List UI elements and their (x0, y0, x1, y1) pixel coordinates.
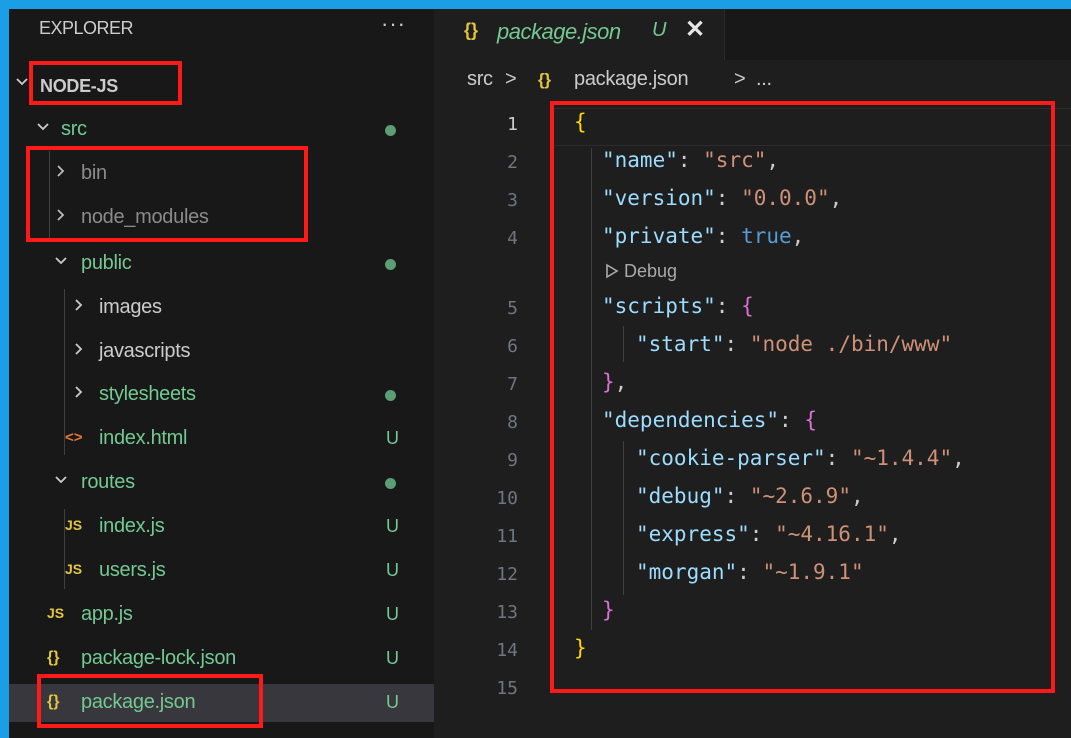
chevron-right-icon (71, 384, 87, 400)
tree-item-public[interactable]: public (9, 245, 434, 283)
untracked-badge: U (386, 516, 399, 536)
chevron-right-icon (71, 341, 87, 357)
close-icon[interactable]: ✕ (685, 15, 705, 44)
tree-item-users-js[interactable]: JS users.js U (9, 552, 434, 590)
tree-item-label: app.js (81, 603, 133, 625)
tree-item-label: images (99, 296, 162, 318)
line-number: 13 (496, 602, 518, 623)
json-file-icon: {} (464, 20, 479, 40)
tree-item-routes[interactable]: routes (9, 464, 434, 502)
annotation-box-package-json (37, 674, 263, 728)
untracked-badge: U (386, 428, 399, 448)
breadcrumb: src > {} package.json > ... (434, 62, 1071, 96)
tree-item-label: package-lock.json (81, 647, 236, 669)
line-number: 3 (507, 190, 518, 211)
tree-item-label: index.js (99, 515, 165, 537)
tree-item-stylesheets[interactable]: stylesheets (9, 376, 434, 414)
json-file-icon: {} (538, 70, 551, 89)
explorer-sidebar: EXPLORER ··· NODE-JS src bin node_module… (9, 9, 434, 738)
more-actions-icon[interactable]: ··· (381, 11, 406, 37)
tree-item-app-js[interactable]: JS app.js U (9, 596, 434, 634)
line-number: 12 (496, 564, 518, 585)
untracked-badge: U (652, 19, 667, 41)
tree-item-images[interactable]: images (9, 289, 434, 327)
untracked-badge: U (386, 648, 399, 668)
chevron-down-icon (35, 119, 51, 135)
untracked-badge: U (386, 560, 399, 580)
line-number: 6 (507, 336, 518, 357)
window-frame-top (0, 0, 1071, 9)
json-file-icon: {} (47, 649, 60, 666)
annotation-box-code (550, 101, 1055, 693)
modified-dot-icon (385, 125, 396, 136)
tree-item-label: javascripts (99, 340, 191, 362)
modified-dot-icon (385, 390, 396, 401)
line-number: 1 (507, 114, 518, 135)
breadcrumb-separator: > (505, 68, 517, 90)
tree-item-label: users.js (99, 559, 166, 581)
tree-item-label: src (61, 118, 87, 140)
line-number: 15 (496, 678, 518, 699)
chevron-down-icon (53, 472, 69, 488)
window-frame-left (0, 0, 9, 738)
line-number: 2 (507, 152, 518, 173)
line-number: 7 (507, 374, 518, 395)
line-number: 10 (496, 488, 518, 509)
editor-tab-bar: {} package.json U ✕ (434, 9, 1071, 60)
js-file-icon: JS (65, 561, 83, 577)
annotation-box-folders (26, 146, 308, 242)
tree-item-package-lock-json[interactable]: {} package-lock.json U (9, 640, 434, 678)
annotation-box-root (29, 61, 182, 105)
tree-item-src[interactable]: src (9, 111, 434, 149)
modified-dot-icon (385, 478, 396, 489)
tab-package-json[interactable]: {} package.json U ✕ (434, 9, 725, 60)
tree-item-label: routes (81, 471, 135, 493)
line-number: 8 (507, 412, 518, 433)
untracked-badge: U (386, 692, 399, 712)
tree-item-javascripts[interactable]: javascripts (9, 333, 434, 371)
line-number: 14 (496, 640, 518, 661)
chevron-right-icon (71, 297, 87, 313)
breadcrumb-separator: > (734, 68, 746, 90)
chevron-down-icon (53, 253, 69, 269)
js-file-icon: JS (65, 517, 83, 533)
tree-item-label: public (81, 252, 132, 274)
chevron-down-icon (15, 75, 29, 94)
js-file-icon: JS (47, 605, 65, 621)
tree-item-index-html[interactable]: <> index.html U (9, 420, 434, 458)
tree-item-label: index.html (99, 427, 188, 449)
tree-item-index-js[interactable]: JS index.js U (9, 508, 434, 546)
modified-dot-icon (385, 259, 396, 270)
line-number: 4 (507, 228, 518, 249)
explorer-title: EXPLORER (39, 18, 134, 38)
html-file-icon: <> (65, 429, 83, 446)
line-number: 9 (507, 450, 518, 471)
untracked-badge: U (386, 604, 399, 624)
breadcrumb-file[interactable]: package.json (574, 68, 689, 91)
breadcrumb-folder[interactable]: src (467, 68, 493, 91)
tab-title: package.json (497, 19, 621, 44)
tree-item-label: stylesheets (99, 383, 196, 405)
line-number: 11 (496, 526, 518, 547)
breadcrumb-symbol[interactable]: ... (756, 68, 772, 91)
line-number: 5 (507, 298, 518, 319)
